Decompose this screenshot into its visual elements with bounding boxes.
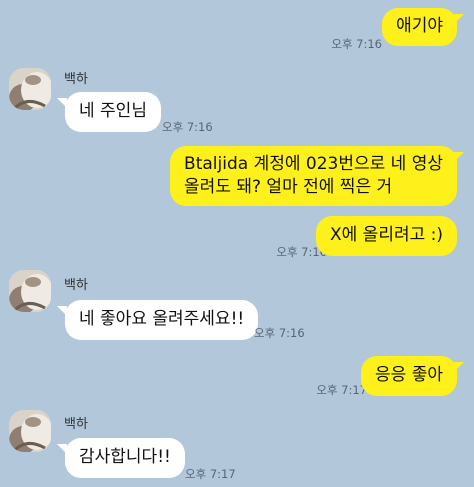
message-time: 오후 7:16 <box>162 120 213 134</box>
my-message-bubble[interactable]: 애기야 <box>382 8 457 46</box>
their-message-bubble[interactable]: 네 주인님 <box>65 92 161 132</box>
my-message-bubble[interactable]: X에 올리려고 :) <box>315 216 457 256</box>
message-time: 오후 7:17 <box>185 467 236 481</box>
contact-name: 백하 <box>64 72 88 87</box>
avatar[interactable] <box>9 270 51 312</box>
bubble-tail <box>57 306 67 316</box>
message-text-line1: Btaljida 계정에 023번으로 네 영상 <box>184 154 443 174</box>
my-message-bubble[interactable]: Btaljida 계정에 023번으로 네 영상 올려도 돼? 얼마 전에 찍은… <box>170 146 457 206</box>
bubble-tail <box>454 362 464 372</box>
message-time: 오후 7:16 <box>254 326 305 340</box>
their-message-bubble[interactable]: 감사합니다!! <box>65 438 185 478</box>
avatar[interactable] <box>9 410 51 452</box>
message-time: 오후 7:16 <box>331 37 382 51</box>
my-message-bubble[interactable]: 응응 좋아 <box>361 356 457 396</box>
profile-photo-icon <box>9 68 51 110</box>
profile-photo-icon <box>9 270 51 312</box>
chat-screen: { "contact": { "name": "백하" }, "messages… <box>0 0 474 487</box>
message-text: 애기야 <box>396 16 443 36</box>
their-message-bubble[interactable]: 네 좋아요 올려주세요!! <box>65 300 259 340</box>
contact-name: 백하 <box>64 417 88 432</box>
message-text: 네 주인님 <box>79 101 147 121</box>
contact-name: 백하 <box>64 278 88 293</box>
message-text: X에 올리려고 :) <box>329 225 443 245</box>
profile-photo-icon <box>9 410 51 452</box>
message-text: 네 좋아요 올려주세요!! <box>79 309 245 329</box>
message-text: 감사합니다!! <box>79 447 171 467</box>
message-text: 응응 좋아 <box>375 365 443 385</box>
bubble-tail <box>57 98 67 108</box>
bubble-tail <box>454 14 464 24</box>
avatar[interactable] <box>9 68 51 110</box>
bubble-tail <box>57 444 67 454</box>
message-text-line2: 올려도 돼? 얼마 전에 찍은 거 <box>184 177 393 197</box>
bubble-tail <box>454 152 464 162</box>
message-time: 오후 7:17 <box>316 383 367 397</box>
